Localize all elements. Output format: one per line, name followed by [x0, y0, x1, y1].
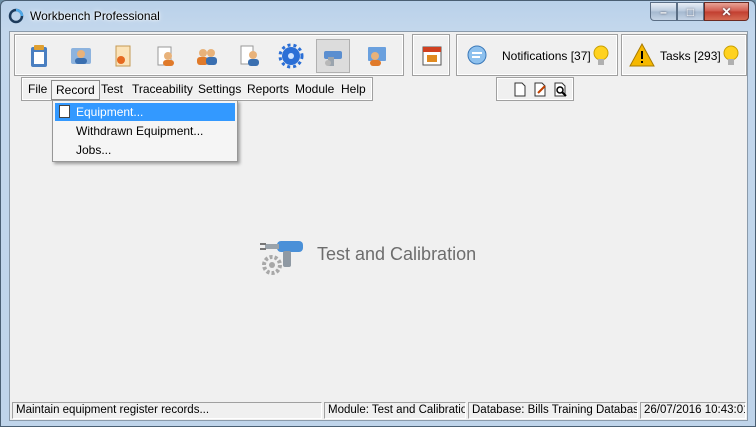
document-button[interactable]: [106, 39, 140, 73]
menu-record[interactable]: Record: [51, 80, 100, 100]
settings-gear-button[interactable]: [274, 39, 308, 73]
person-edit-icon: [157, 46, 174, 66]
menu-help[interactable]: Help: [341, 82, 366, 96]
app-logo-icon: [8, 8, 24, 24]
preview-document-icon[interactable]: [552, 82, 568, 97]
people-button[interactable]: [190, 39, 224, 73]
person-document-button[interactable]: [232, 39, 266, 73]
calendar-button[interactable]: [415, 39, 449, 73]
maximize-button[interactable]: □: [677, 2, 704, 21]
menu-test[interactable]: Test: [101, 82, 123, 96]
lightbulb-icon: [593, 45, 609, 65]
menu-item-withdrawn-equipment[interactable]: Withdrawn Equipment...: [55, 122, 235, 140]
speech-bubble-icon: [467, 45, 487, 65]
status-datetime: 26/07/2016 10:43:01: [640, 402, 746, 419]
title-bar[interactable]: Workbench Professional – □ ✕: [1, 1, 755, 31]
minimize-button[interactable]: –: [650, 2, 677, 21]
document-icon: [59, 105, 70, 118]
menu-module[interactable]: Module: [295, 82, 334, 96]
close-icon: ✕: [721, 4, 732, 19]
toolbar-area: Notifications [37] Tasks [293] File Reco…: [10, 32, 747, 102]
lightbulb-icon: [723, 45, 739, 65]
notifications-label[interactable]: Notifications [37]: [502, 49, 591, 63]
calibration-gun-icon: [260, 241, 303, 275]
menu-item-jobs[interactable]: Jobs...: [55, 141, 235, 159]
new-document-icon[interactable]: [512, 82, 528, 97]
document-icon: [115, 45, 131, 67]
menu-reports[interactable]: Reports: [247, 82, 289, 96]
person-document-icon: [240, 45, 259, 66]
gear-icon: [278, 43, 304, 69]
menu-item-withdrawn-equipment-label: Withdrawn Equipment...: [76, 124, 204, 138]
user-monitor-icon: [368, 47, 386, 66]
menu-traceability[interactable]: Traceability: [132, 82, 193, 96]
edit-document-icon[interactable]: [532, 82, 548, 97]
window-title: Workbench Professional: [30, 9, 160, 23]
clipboard-icon: [31, 45, 47, 67]
status-module: Module: Test and Calibration: [324, 402, 466, 419]
user-monitor-button[interactable]: [360, 39, 394, 73]
menu-file[interactable]: File: [28, 82, 47, 96]
app-window: Workbench Professional – □ ✕ Notificatio…: [0, 0, 756, 427]
tasks-band[interactable]: Tasks [293]: [621, 34, 747, 76]
document-toolbar: [496, 77, 574, 101]
client-area: Notifications [37] Tasks [293] File Reco…: [9, 31, 748, 421]
calibration-module-button[interactable]: [316, 39, 350, 73]
notifications-button[interactable]: [460, 39, 494, 73]
menu-item-equipment[interactable]: Equipment...: [55, 103, 235, 121]
menu-item-equipment-label: Equipment...: [76, 105, 144, 119]
people-icon: [197, 49, 217, 65]
calendar-band: [412, 34, 450, 76]
caption-buttons: – □ ✕: [650, 2, 749, 21]
status-database: Database: Bills Training Database: [468, 402, 638, 419]
close-button[interactable]: ✕: [704, 2, 749, 21]
calibration-gun-icon: [324, 51, 342, 66]
module-toolbar: [14, 34, 404, 76]
notifications-band[interactable]: Notifications [37]: [456, 34, 618, 76]
tasks-label[interactable]: Tasks [293]: [660, 49, 721, 63]
person-edit-button[interactable]: [148, 39, 182, 73]
minimize-icon: –: [660, 4, 667, 19]
menu-bar: File Record Test Traceability Settings R…: [21, 77, 373, 101]
menu-settings[interactable]: Settings: [198, 82, 241, 96]
clipboard-button[interactable]: [22, 39, 56, 73]
calendar-icon: [422, 46, 442, 66]
status-bar: Maintain equipment register records... M…: [10, 400, 747, 420]
menu-item-jobs-label: Jobs...: [76, 143, 112, 157]
user-card-button[interactable]: [64, 39, 98, 73]
status-hint: Maintain equipment register records...: [12, 402, 322, 419]
warning-icon: [629, 43, 655, 67]
maximize-icon: □: [686, 4, 695, 19]
user-card-icon: [71, 48, 91, 64]
record-dropdown-menu: Equipment... Withdrawn Equipment... Jobs…: [52, 100, 238, 162]
module-title: Test and Calibration: [317, 244, 477, 264]
